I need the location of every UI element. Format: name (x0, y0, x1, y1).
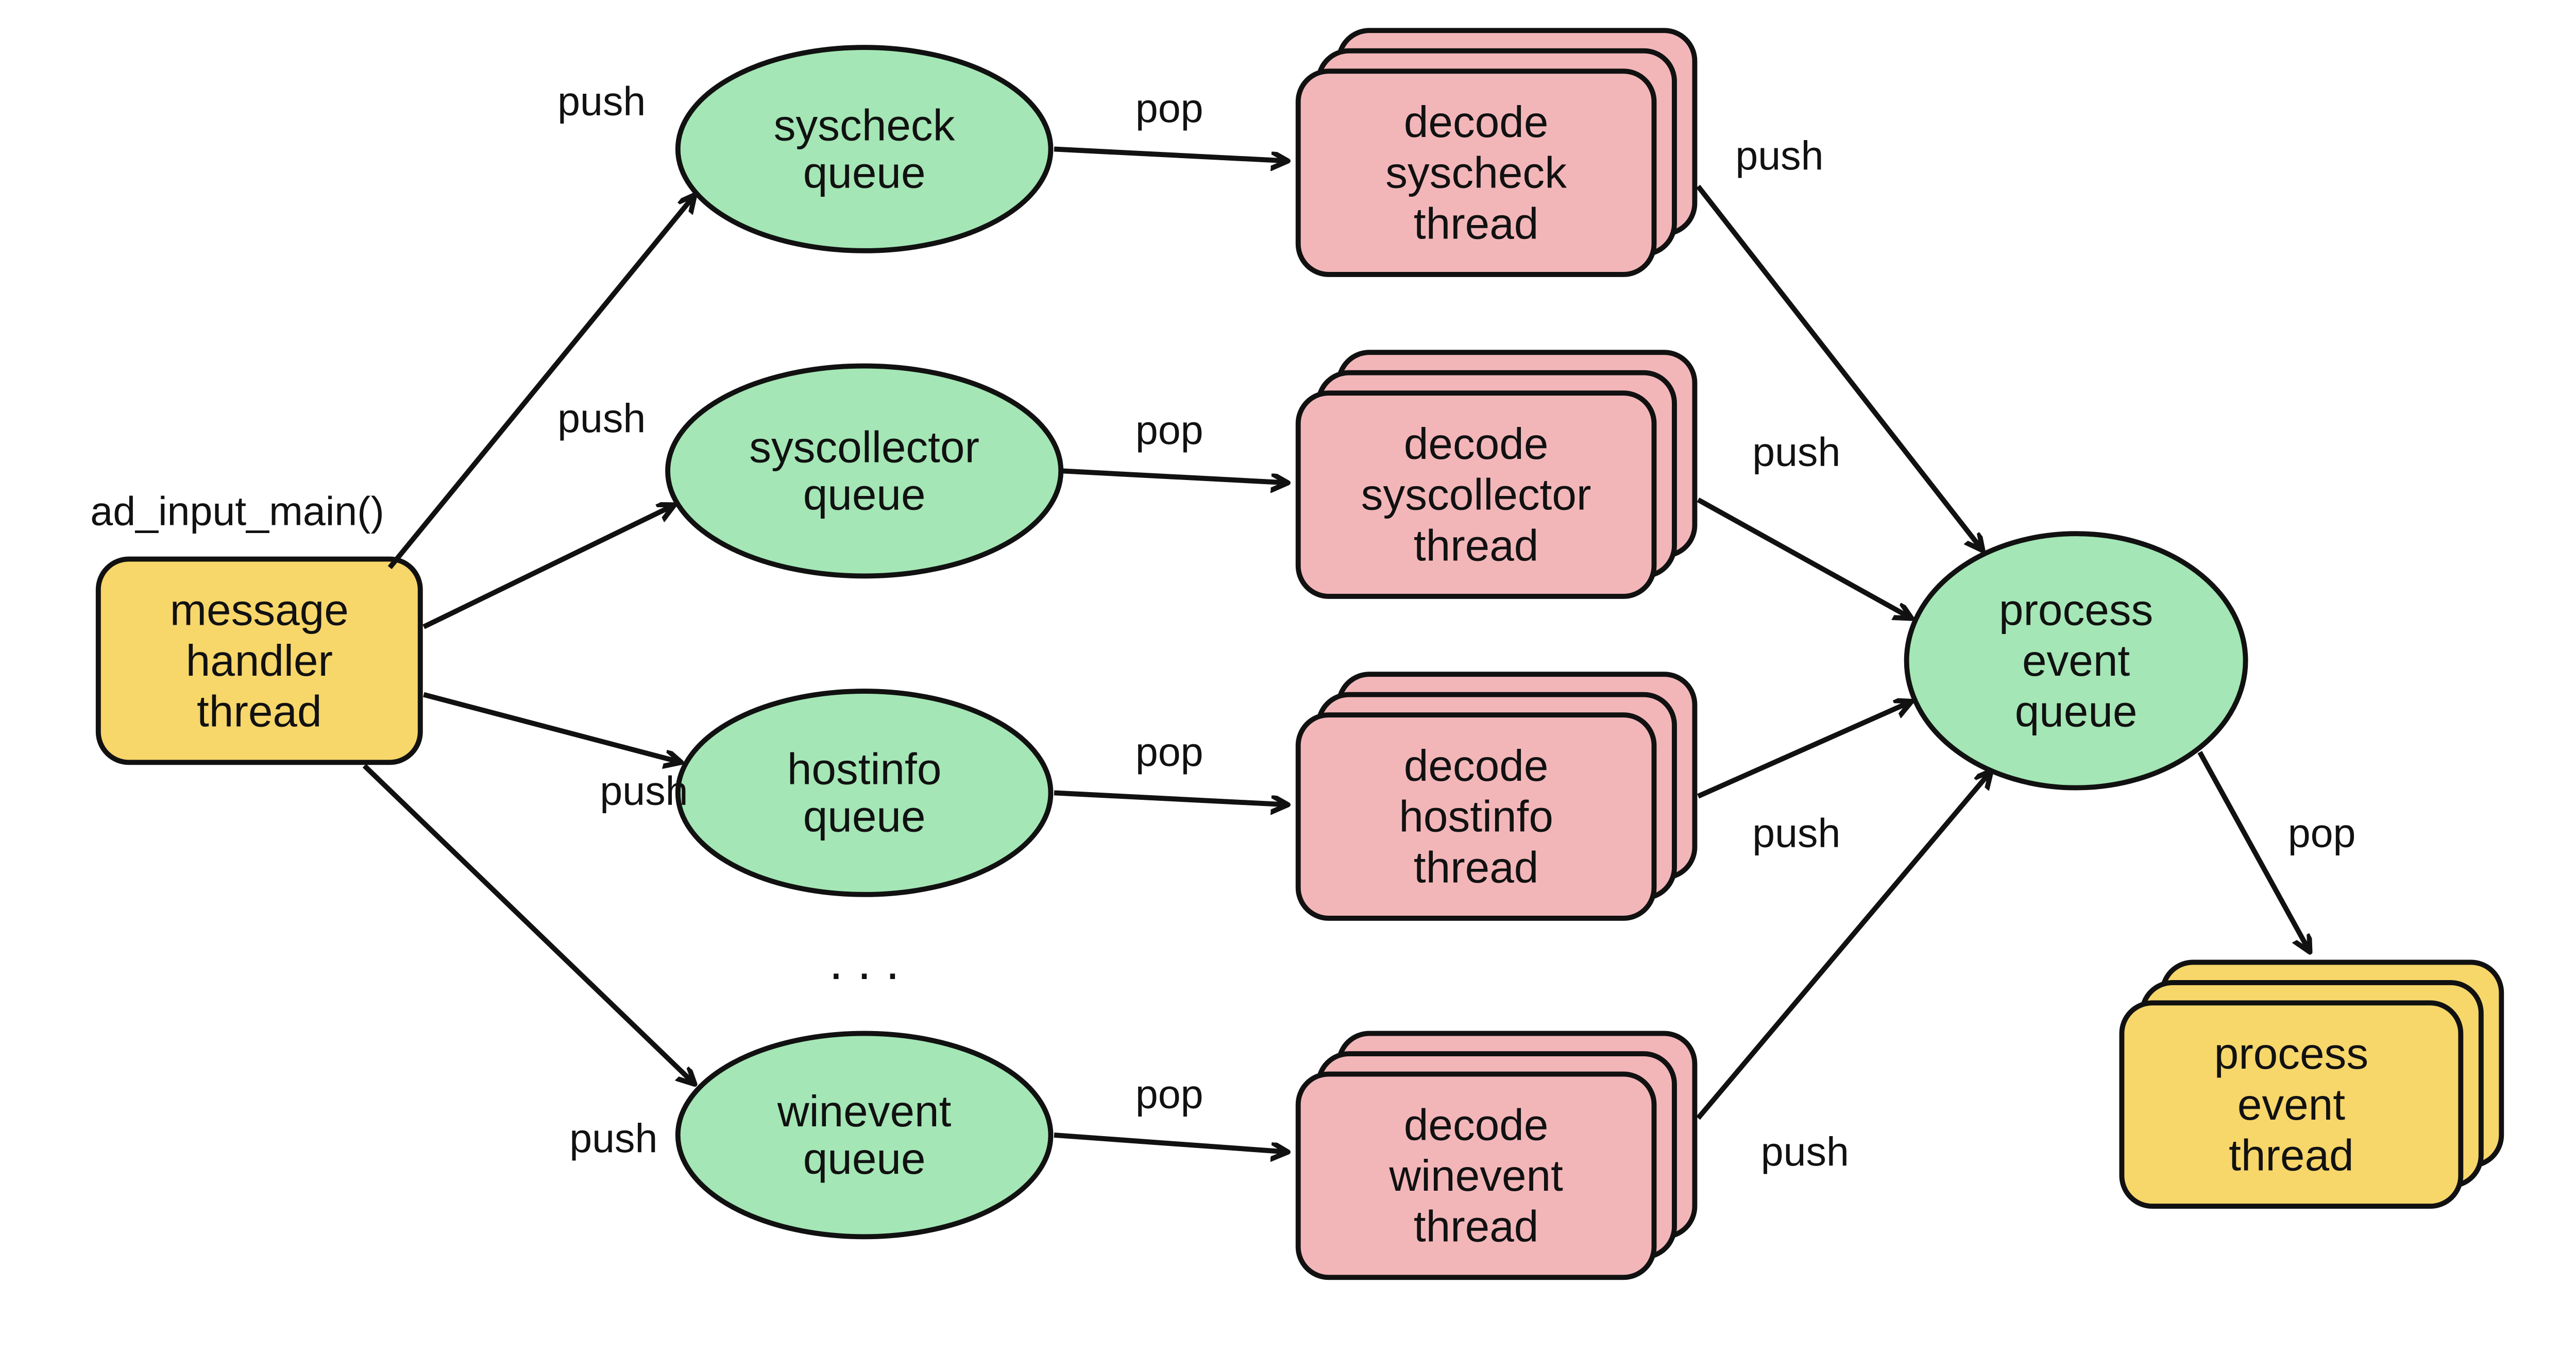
winevent-q-line2: queue (803, 1135, 926, 1184)
dec-hostinfo-line3: thread (1414, 843, 1538, 892)
dec-syscollector-line1: decode (1404, 420, 1549, 469)
push-label-5: push (1735, 133, 1823, 178)
arrow-dec-hostinfo-push (1698, 701, 1911, 796)
msg-handler-line2: handler (186, 637, 333, 685)
push-label-2: push (557, 396, 646, 441)
decode-winevent-thread-node: decode winevent thread (1298, 1034, 1695, 1278)
arrow-syscollector-pop (1063, 471, 1288, 483)
pet-line3: thread (2229, 1131, 2353, 1180)
arrow-msg-to-syscollector (423, 505, 674, 627)
dec-syscollector-line3: thread (1414, 521, 1538, 570)
message-handler-thread-node: message handler thread (98, 559, 420, 763)
arrow-msg-to-syscheck (390, 195, 695, 568)
syscollector-q-line1: syscollector (749, 423, 979, 472)
pop-label-2: pop (1136, 407, 1204, 453)
dec-winevent-line3: thread (1414, 1203, 1538, 1251)
arrow-dec-syscollector-push (1698, 500, 1911, 618)
process-event-thread-node: process event thread (2122, 962, 2501, 1206)
winevent-q-line1: winevent (777, 1087, 952, 1136)
pop-label-1: pop (1136, 85, 1204, 131)
arrow-dec-syscheck-push (1698, 186, 1983, 551)
push-label-4: push (569, 1116, 657, 1161)
decode-hostinfo-thread-node: decode hostinfo thread (1298, 674, 1695, 918)
process-event-queue-node: process event queue (1907, 534, 2246, 787)
peq-line1: process (1999, 586, 2153, 634)
dec-winevent-line1: decode (1404, 1101, 1549, 1150)
pop-label-3: pop (1136, 729, 1204, 775)
dec-syscheck-line3: thread (1414, 199, 1538, 248)
hostinfo-q-line1: hostinfo (787, 745, 942, 794)
dec-hostinfo-line2: hostinfo (1399, 793, 1553, 842)
ad-input-main-label: ad_input_main() (90, 489, 384, 534)
hostinfo-q-line2: queue (803, 793, 926, 842)
peq-line3: queue (2015, 688, 2138, 736)
arrow-syscheck-pop (1054, 149, 1288, 161)
dec-winevent-line2: winevent (1388, 1152, 1563, 1200)
decode-syscheck-thread-node: decode syscheck thread (1298, 30, 1695, 275)
hostinfo-queue-node: hostinfo queue (678, 691, 1051, 895)
pet-line2: event (2238, 1081, 2345, 1129)
msg-handler-line3: thread (197, 688, 321, 736)
arrow-msg-to-winevent (364, 766, 694, 1084)
dec-syscheck-line1: decode (1404, 98, 1549, 147)
msg-handler-line1: message (170, 586, 349, 634)
pet-line1: process (2214, 1030, 2368, 1078)
dec-hostinfo-line1: decode (1404, 742, 1549, 791)
dec-syscheck-line2: syscheck (1385, 149, 1567, 198)
pop-label-4: pop (1136, 1071, 1204, 1117)
pop-label-5: pop (2288, 811, 2356, 856)
thread-queue-diagram: ad_input_main() message handler thread s… (0, 0, 2576, 1372)
push-label-6: push (1752, 430, 1840, 475)
winevent-queue-node: winevent queue (678, 1034, 1051, 1237)
decode-syscollector-thread-node: decode syscollector thread (1298, 352, 1695, 596)
peq-line2: event (2022, 637, 2130, 685)
push-label-1: push (557, 79, 646, 124)
syscollector-queue-node: syscollector queue (668, 366, 1061, 576)
arrow-hostinfo-pop (1054, 793, 1288, 804)
arrow-winevent-pop (1054, 1135, 1288, 1152)
push-label-3: push (600, 768, 688, 813)
dec-syscollector-line2: syscollector (1361, 471, 1591, 520)
push-label-8: push (1761, 1129, 1849, 1174)
arrow-dec-winevent-push (1698, 771, 1991, 1118)
syscollector-q-line2: queue (803, 471, 926, 520)
syscheck-q-line1: syscheck (774, 101, 955, 150)
syscheck-q-line2: queue (803, 149, 926, 198)
push-label-7: push (1752, 811, 1840, 856)
arrow-msg-to-hostinfo (423, 695, 681, 763)
ellipsis-label: . . . (829, 933, 900, 990)
syscheck-queue-node: syscheck queue (678, 47, 1051, 251)
